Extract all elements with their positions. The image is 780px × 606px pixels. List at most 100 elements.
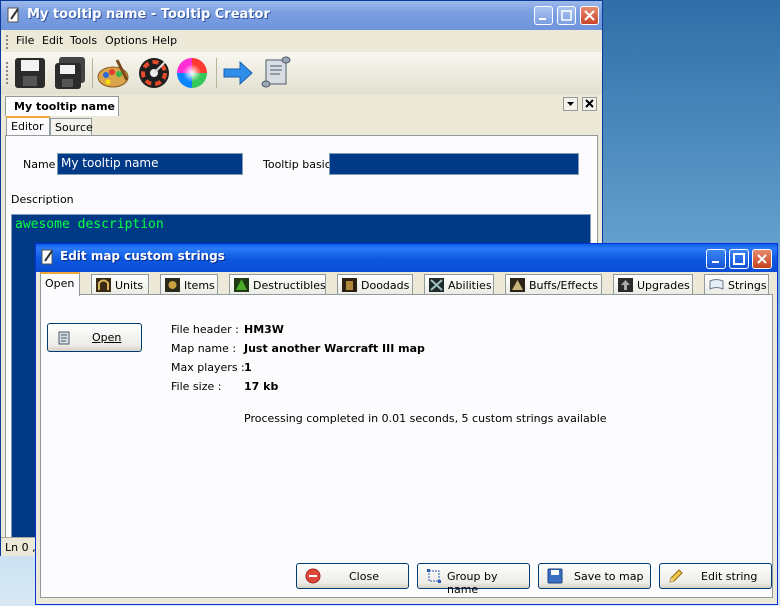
- toolbar: [1, 52, 602, 95]
- minimize-icon: [539, 18, 546, 20]
- minimize-button[interactable]: [706, 249, 726, 269]
- tab-items[interactable]: Items: [160, 274, 218, 294]
- titlebar[interactable]: My tooltip name - Tooltip Creator: [1, 1, 602, 30]
- toolbar-grip: [6, 62, 8, 86]
- tab-doodads[interactable]: Doodads: [337, 274, 413, 294]
- menu-edit[interactable]: Edit: [42, 34, 63, 47]
- palette-icon[interactable]: [97, 56, 131, 90]
- name-field[interactable]: My tooltip name: [57, 153, 243, 175]
- edit-string-label: Edit string: [701, 570, 758, 583]
- tab-abilities[interactable]: Abilities: [424, 274, 494, 294]
- items-icon: [165, 278, 180, 292]
- destructibles-icon: [234, 278, 249, 292]
- abilities-icon: [429, 278, 444, 292]
- titlebar[interactable]: Edit map custom strings: [36, 244, 777, 272]
- tab-editor[interactable]: Editor: [6, 116, 50, 136]
- minimize-button[interactable]: [534, 6, 553, 25]
- close-icon: [584, 10, 595, 21]
- file-size-value: 17 kb: [244, 380, 279, 393]
- open-button-label: Open: [92, 331, 122, 344]
- close-window-button[interactable]: [752, 249, 772, 269]
- app-icon: [7, 7, 19, 23]
- tab-label: Strings: [728, 279, 767, 292]
- editor-tabs: Editor Source: [5, 116, 598, 136]
- close-icon: [757, 254, 767, 264]
- save-to-map-button[interactable]: Save to map: [538, 563, 651, 589]
- max-players-value: 1: [244, 361, 252, 374]
- document-tab-bar: My tooltip name: [1, 94, 602, 116]
- menubar-grip: [6, 35, 8, 49]
- save-all-icon[interactable]: [53, 56, 87, 90]
- close-icon: [585, 99, 594, 108]
- units-icon: [96, 278, 111, 292]
- group-icon: [427, 569, 441, 583]
- minimize-icon: [712, 261, 719, 263]
- arrow-right-icon[interactable]: [221, 56, 255, 90]
- document-tab[interactable]: My tooltip name: [5, 96, 119, 116]
- tab-label: Units: [115, 279, 144, 292]
- maximize-icon: [733, 253, 745, 265]
- description-label: Description: [11, 193, 74, 206]
- close-button[interactable]: Close: [296, 563, 409, 589]
- scroll-icon[interactable]: [259, 56, 293, 90]
- cancel-icon: [305, 568, 321, 584]
- tab-label: Doodads: [361, 279, 410, 292]
- pencil-icon: [669, 569, 683, 583]
- tab-dropdown-button[interactable]: [563, 97, 578, 111]
- toolbar-separator: [216, 58, 217, 88]
- color-wheel-icon[interactable]: [175, 56, 209, 90]
- open-button[interactable]: Open: [47, 323, 142, 352]
- chevron-down-icon: [567, 102, 574, 106]
- tab-label: Items: [184, 279, 215, 292]
- tab-upgrades[interactable]: Upgrades: [613, 274, 693, 294]
- edit-string-button[interactable]: Edit string: [659, 563, 772, 589]
- tab-destructibles[interactable]: Destructibles: [229, 274, 326, 294]
- save-icon: [547, 568, 563, 584]
- maximize-button[interactable]: [557, 6, 576, 25]
- tab-label: Buffs/Effects: [529, 279, 598, 292]
- max-players-label: Max players :: [171, 361, 245, 374]
- file-size-label: File size :: [171, 380, 222, 393]
- category-tabs: Open Units Items Destructibles Doodads A…: [39, 272, 773, 296]
- menu-bar: File Edit Tools Options Help: [1, 30, 602, 52]
- tab-source[interactable]: Source: [50, 118, 93, 136]
- menu-file[interactable]: File: [16, 34, 34, 47]
- group-by-name-label: Group by name: [447, 570, 498, 596]
- menu-options[interactable]: Options: [105, 34, 147, 47]
- tab-strings[interactable]: Strings: [704, 274, 769, 294]
- file-header-value: HM3W: [244, 323, 284, 336]
- tooltip-basic-label: Tooltip basic: [263, 158, 331, 171]
- group-by-name-button[interactable]: Group by name: [417, 563, 530, 596]
- menu-help[interactable]: Help: [152, 34, 177, 47]
- scroll-icon: [58, 331, 70, 345]
- doodads-icon: [342, 278, 357, 292]
- tooltip-basic-field[interactable]: [329, 153, 579, 175]
- buffs-icon: [510, 278, 525, 292]
- open-panel: Open File header : HM3W Map name : Just …: [40, 294, 773, 598]
- window-title: Edit map custom strings: [60, 249, 225, 263]
- save-icon[interactable]: [13, 56, 47, 90]
- tab-units[interactable]: Units: [91, 274, 149, 294]
- color-wheel-dark-icon[interactable]: [137, 56, 171, 90]
- tab-buffs-effects[interactable]: Buffs/Effects: [505, 274, 602, 294]
- tab-open[interactable]: Open: [40, 272, 80, 296]
- processing-message: Processing completed in 0.01 seconds, 5 …: [244, 412, 607, 425]
- map-name-label: Map name :: [171, 342, 237, 355]
- name-label: Name: [23, 158, 56, 171]
- menu-tools[interactable]: Tools: [70, 34, 97, 47]
- map-name-value: Just another Warcraft III map: [244, 342, 425, 355]
- upgrades-icon: [618, 278, 633, 292]
- status-text: Ln 0 ,: [5, 541, 36, 554]
- edit-map-strings-window: Edit map custom strings Open Units Items…: [35, 243, 778, 605]
- maximize-button[interactable]: [729, 249, 749, 269]
- file-header-label: File header :: [171, 323, 239, 336]
- strings-icon: [709, 279, 724, 290]
- close-window-button[interactable]: [580, 6, 599, 25]
- tab-label: Destructibles: [253, 279, 326, 292]
- window-title: My tooltip name - Tooltip Creator: [27, 7, 270, 22]
- save-to-map-label: Save to map: [574, 570, 644, 583]
- tab-label: Open: [45, 277, 75, 290]
- tab-close-button[interactable]: [582, 97, 597, 111]
- maximize-icon: [561, 10, 572, 21]
- close-button-label: Close: [349, 570, 379, 583]
